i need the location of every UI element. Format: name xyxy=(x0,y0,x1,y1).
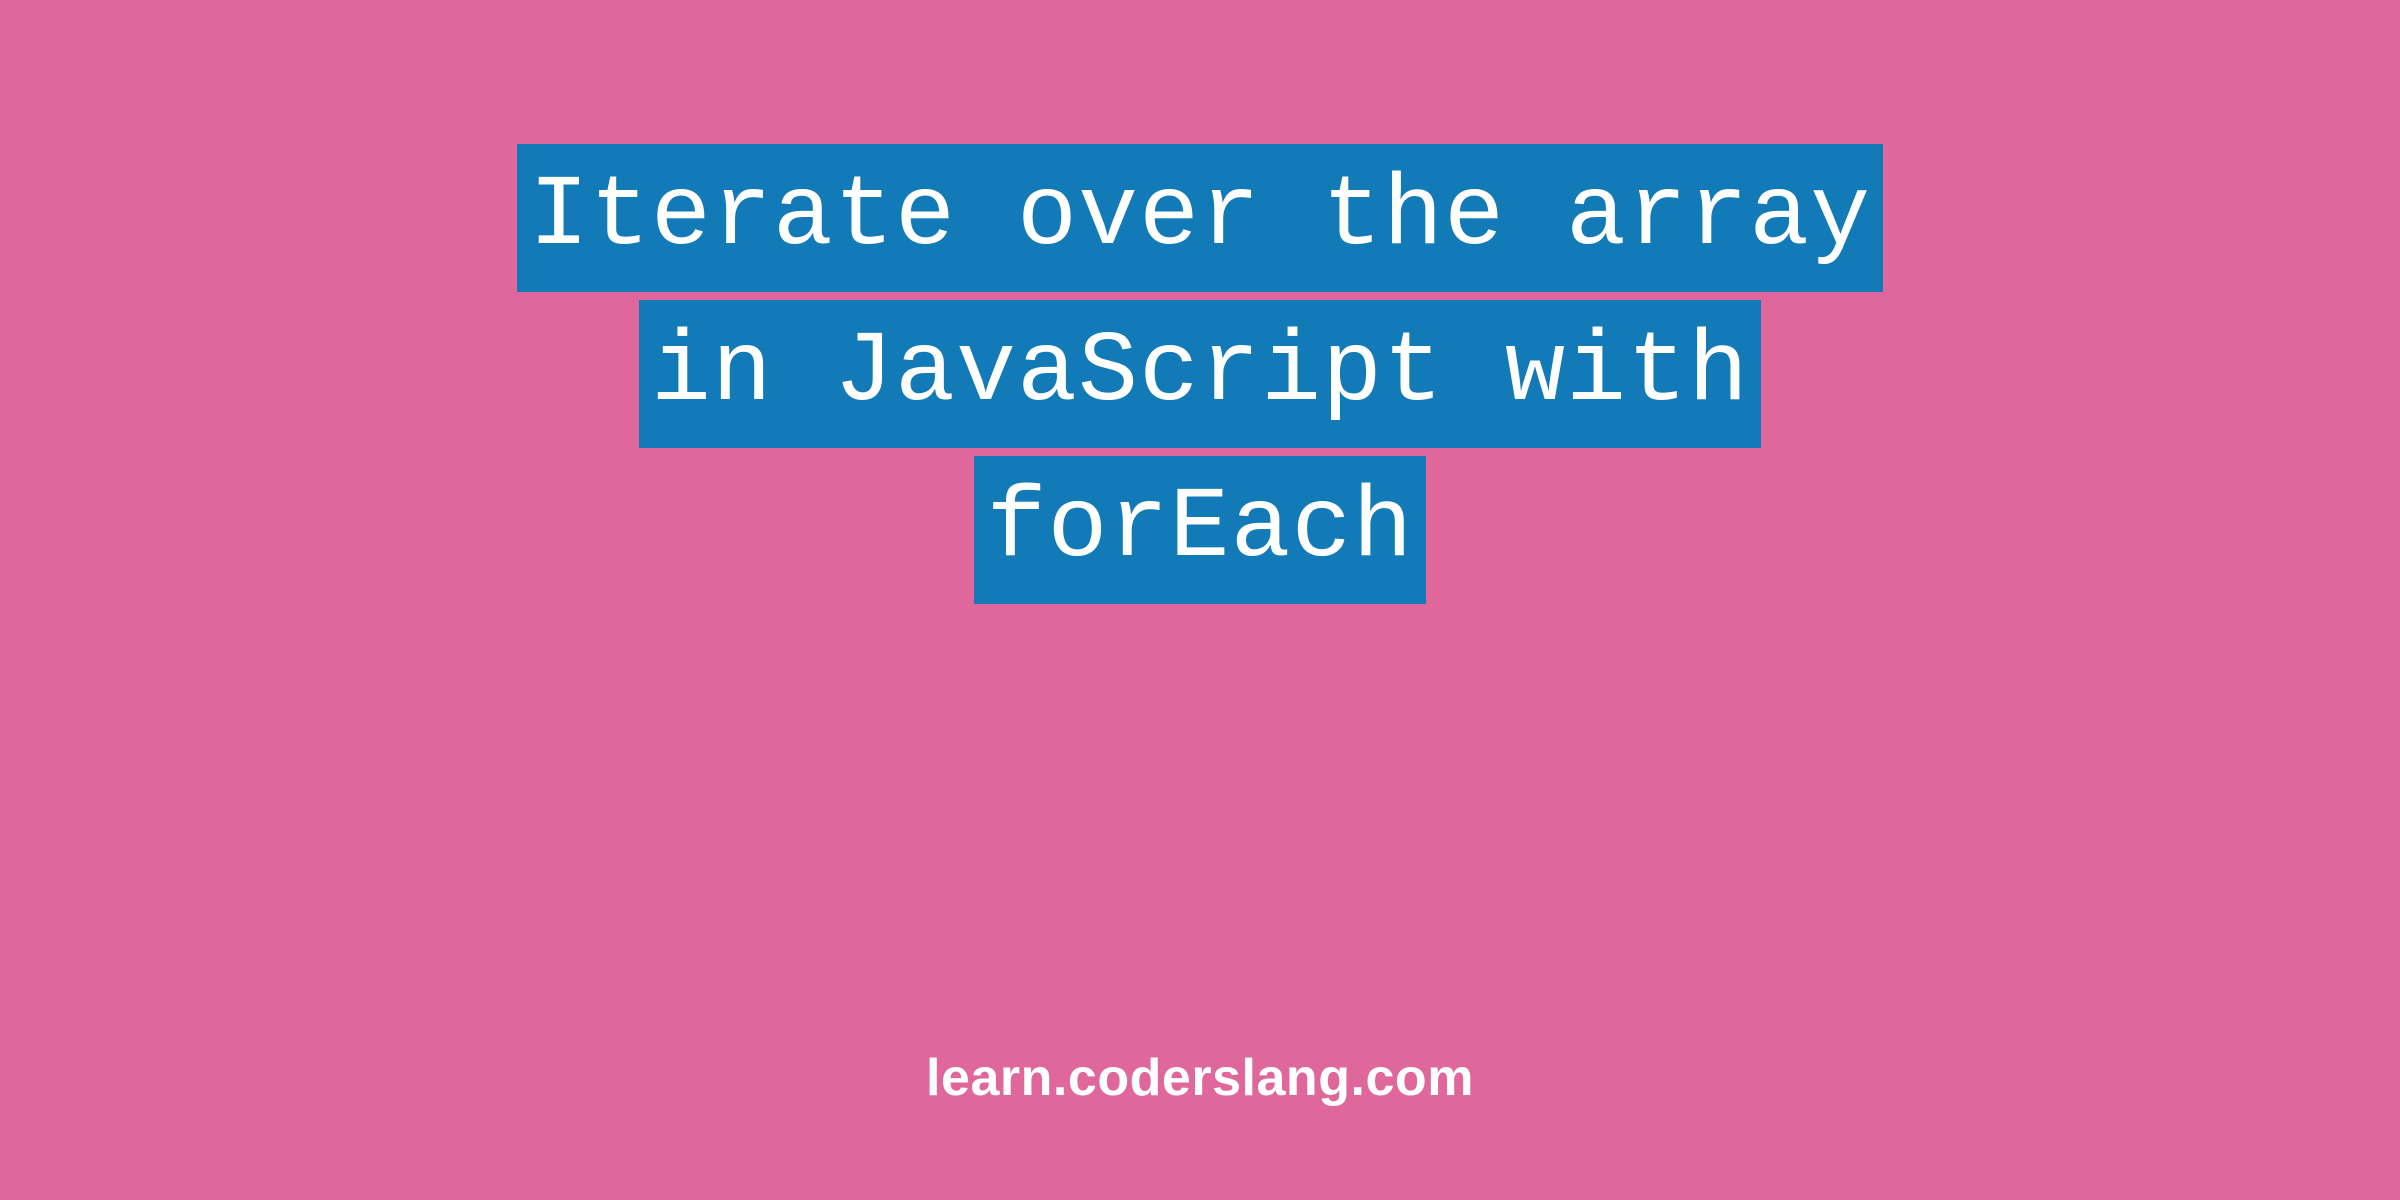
title-line-2: in JavaScript with xyxy=(639,300,1761,448)
page-title: Iterate over the array in JavaScript wit… xyxy=(517,140,1883,608)
title-line-3: forEach xyxy=(974,456,1425,604)
title-line-1: Iterate over the array xyxy=(517,144,1883,292)
footer-url: learn.coderslang.com xyxy=(0,1048,2400,1108)
